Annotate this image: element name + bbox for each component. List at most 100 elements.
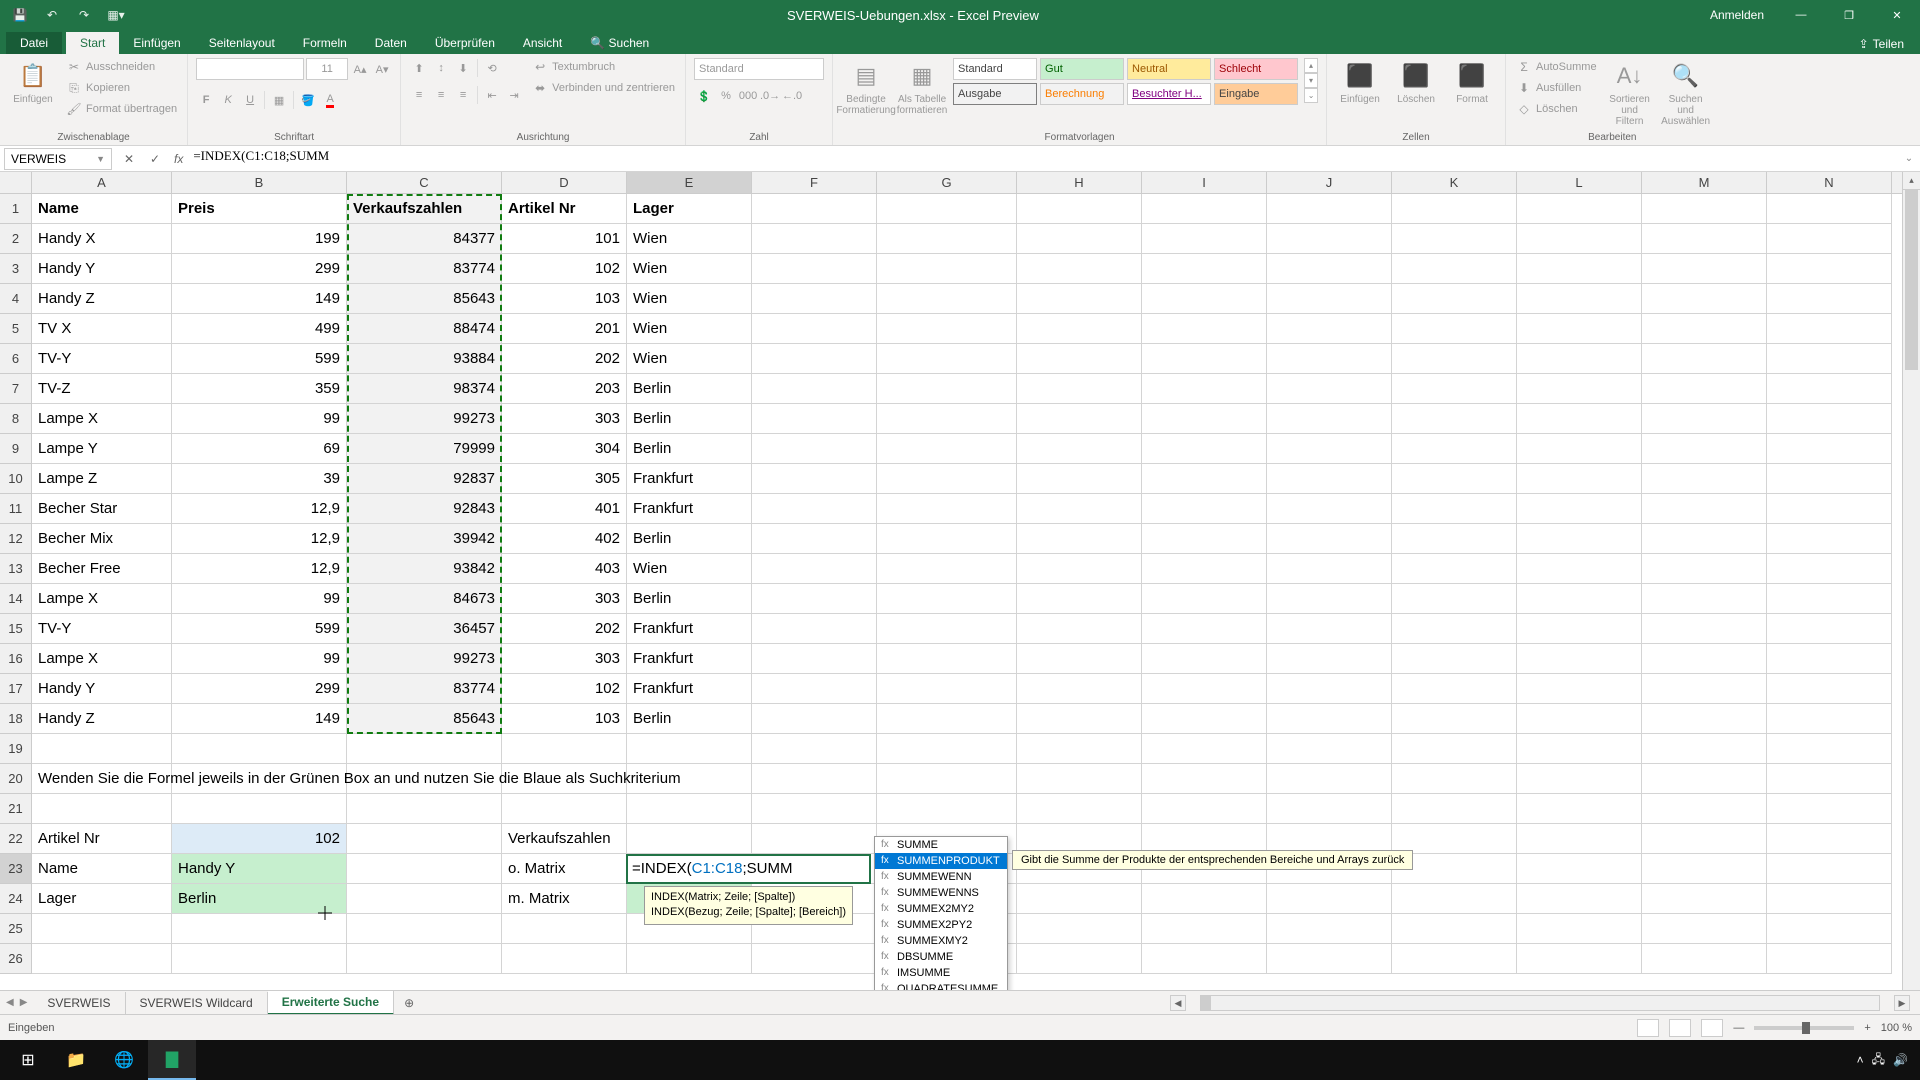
cell[interactable] — [752, 404, 877, 434]
cell[interactable]: Wien — [627, 554, 752, 584]
cell[interactable] — [1642, 764, 1767, 794]
cell[interactable]: Becher Free — [32, 554, 172, 584]
cell[interactable] — [1267, 494, 1392, 524]
cell[interactable] — [1642, 344, 1767, 374]
col-header[interactable]: D — [502, 172, 627, 193]
cell[interactable]: 99 — [172, 404, 347, 434]
touch-mode-icon[interactable]: ▦▾ — [104, 3, 128, 27]
enter-formula-icon[interactable]: ✓ — [142, 148, 168, 170]
style-schlecht[interactable]: Schlecht — [1214, 58, 1298, 80]
cell[interactable]: 402 — [502, 524, 627, 554]
cell[interactable] — [1517, 944, 1642, 974]
cell[interactable] — [1017, 404, 1142, 434]
cell[interactable] — [1767, 224, 1892, 254]
cell[interactable] — [1267, 644, 1392, 674]
cell[interactable]: 102 — [502, 254, 627, 284]
cell[interactable] — [1517, 914, 1642, 944]
cell[interactable]: 102 — [172, 824, 347, 854]
row-header[interactable]: 8 — [0, 404, 32, 434]
cell[interactable] — [1642, 854, 1767, 884]
cell[interactable] — [877, 254, 1017, 284]
col-header[interactable]: L — [1517, 172, 1642, 193]
cell[interactable] — [752, 344, 877, 374]
col-header[interactable]: E — [627, 172, 752, 193]
cell[interactable] — [1392, 314, 1517, 344]
cell[interactable]: Frankfurt — [627, 614, 752, 644]
cell[interactable] — [1017, 704, 1142, 734]
horizontal-scrollbar[interactable] — [1200, 995, 1880, 1011]
cell[interactable] — [1642, 494, 1767, 524]
cell[interactable] — [752, 314, 877, 344]
fill-button[interactable]: ⬇Ausfüllen — [1514, 79, 1599, 97]
align-middle-icon[interactable]: ↕ — [431, 58, 451, 78]
cell[interactable] — [172, 944, 347, 974]
cell[interactable] — [1142, 194, 1267, 224]
cell[interactable]: Frankfurt — [627, 464, 752, 494]
cell[interactable] — [1642, 704, 1767, 734]
cell[interactable] — [1017, 194, 1142, 224]
cell[interactable] — [1267, 554, 1392, 584]
align-top-icon[interactable]: ⬆ — [409, 58, 429, 78]
cell[interactable] — [1267, 404, 1392, 434]
cell[interactable] — [752, 674, 877, 704]
row-header[interactable]: 7 — [0, 374, 32, 404]
conditional-formatting-button[interactable]: ▤Bedingte Formatierung — [841, 58, 891, 118]
tab-home[interactable]: Start — [66, 32, 119, 54]
function-suggestion[interactable]: fxSUMMEX2PY2 — [875, 917, 1007, 933]
cell[interactable]: 103 — [502, 284, 627, 314]
cell[interactable] — [1517, 584, 1642, 614]
cell[interactable] — [502, 794, 627, 824]
cell[interactable]: Handy Y — [32, 674, 172, 704]
cell[interactable]: Verkaufszahlen — [502, 824, 627, 854]
cell[interactable] — [1267, 344, 1392, 374]
cell[interactable] — [877, 734, 1017, 764]
cell[interactable] — [1142, 554, 1267, 584]
clear-button[interactable]: ◇Löschen — [1514, 100, 1599, 118]
cell[interactable] — [1392, 284, 1517, 314]
cell[interactable] — [1642, 944, 1767, 974]
row-header[interactable]: 22 — [0, 824, 32, 854]
cell[interactable]: 401 — [502, 494, 627, 524]
insert-function-icon[interactable]: fx — [168, 152, 189, 166]
row-header[interactable]: 5 — [0, 314, 32, 344]
cell[interactable] — [877, 374, 1017, 404]
cell[interactable]: TV X — [32, 314, 172, 344]
cell[interactable]: Becher Mix — [32, 524, 172, 554]
cell[interactable]: 202 — [502, 344, 627, 374]
cell[interactable] — [1142, 914, 1267, 944]
cancel-formula-icon[interactable]: ✕ — [116, 148, 142, 170]
zoom-in-icon[interactable]: + — [1864, 1022, 1870, 1034]
cell[interactable] — [1642, 794, 1767, 824]
cell[interactable] — [877, 224, 1017, 254]
cell[interactable] — [1642, 374, 1767, 404]
cell[interactable] — [1392, 524, 1517, 554]
col-header[interactable]: N — [1767, 172, 1892, 193]
cell[interactable] — [1017, 614, 1142, 644]
cell[interactable]: Handy Y — [32, 254, 172, 284]
spreadsheet-grid[interactable]: A B C D E F G H I J K L M N 1NamePreisVe… — [0, 172, 1920, 1064]
currency-icon[interactable]: 💲 — [694, 86, 714, 106]
copy-button[interactable]: ⎘Kopieren — [64, 79, 179, 97]
row-header[interactable]: 23 — [0, 854, 32, 884]
minimize-button[interactable]: — — [1778, 0, 1824, 30]
cell[interactable] — [1267, 374, 1392, 404]
cell[interactable] — [1142, 404, 1267, 434]
cell[interactable] — [1517, 884, 1642, 914]
col-header[interactable]: J — [1267, 172, 1392, 193]
cell[interactable] — [752, 284, 877, 314]
cell[interactable] — [1392, 554, 1517, 584]
insert-cells-button[interactable]: ⬛Einfügen — [1335, 58, 1385, 107]
cell[interactable]: Name — [32, 194, 172, 224]
active-cell-editor[interactable]: =INDEX(C1:C18;SUMM — [626, 854, 871, 884]
cell[interactable] — [752, 224, 877, 254]
cell[interactable] — [1392, 254, 1517, 284]
cell[interactable] — [1017, 944, 1142, 974]
cell[interactable] — [877, 584, 1017, 614]
cell[interactable] — [877, 434, 1017, 464]
align-center-icon[interactable]: ≡ — [431, 85, 451, 105]
col-header[interactable]: B — [172, 172, 347, 193]
paste-button[interactable]: 📋Einfügen — [8, 58, 58, 107]
page-layout-view-icon[interactable] — [1669, 1019, 1691, 1037]
cell[interactable] — [877, 404, 1017, 434]
cell[interactable]: 85643 — [347, 704, 502, 734]
